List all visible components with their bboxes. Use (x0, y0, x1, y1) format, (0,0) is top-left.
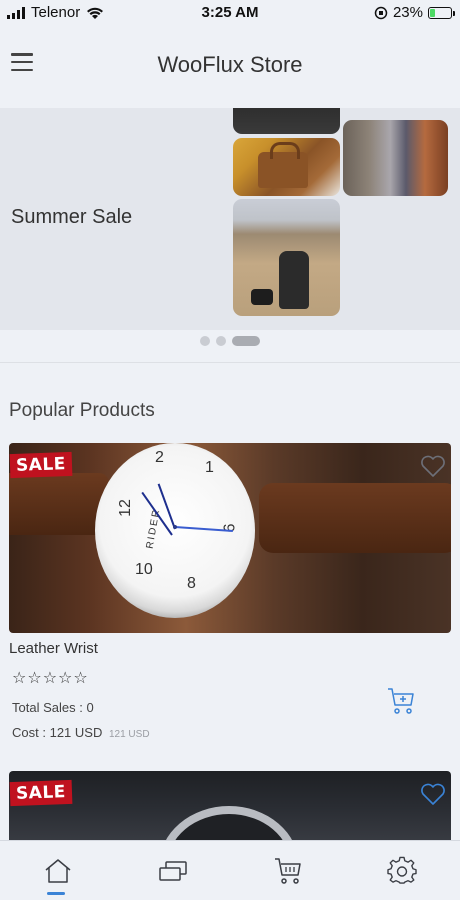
battery-icon (428, 6, 455, 19)
rating-stars: ☆☆☆☆☆ (12, 670, 89, 687)
carousel-dot[interactable] (200, 336, 210, 346)
banner-image-handbag (233, 138, 340, 196)
gear-icon (387, 856, 417, 884)
sale-badge: SALE (9, 779, 73, 807)
nav-cart[interactable] (272, 855, 304, 887)
dial-numeral: 10 (135, 561, 153, 578)
total-sales-label: Total Sales : (12, 700, 83, 715)
banner-image-top (233, 108, 340, 134)
dial-numeral: 8 (187, 575, 196, 592)
divider (0, 362, 460, 363)
nav-home[interactable] (42, 855, 74, 887)
orientation-lock-icon (374, 6, 388, 19)
total-sales: Total Sales : 0 (12, 700, 94, 715)
banner-title: Summer Sale (11, 206, 133, 228)
dial-numeral: 1 (205, 459, 214, 476)
carousel-dot[interactable] (216, 336, 226, 346)
section-title: Popular Products (9, 400, 155, 421)
categories-icon (159, 861, 187, 881)
carousel-dot-active[interactable] (232, 336, 260, 346)
regular-price: 121 USD (108, 729, 150, 740)
home-icon (45, 859, 71, 883)
cart-icon (275, 858, 301, 884)
carousel-indicator (0, 336, 460, 346)
banner-image-desert-backpack (233, 199, 340, 316)
nav-settings[interactable] (386, 855, 418, 887)
banner-image-clothes-rack (343, 120, 448, 196)
active-tab-indicator (47, 892, 65, 895)
product-image[interactable]: SALE (9, 771, 451, 846)
app-title: WooFlux Store (157, 52, 303, 77)
hamburger-menu-icon[interactable] (11, 53, 33, 71)
cost-value: 121 USD (49, 725, 103, 740)
cost-label: Cost : (12, 725, 46, 740)
product-cost: Cost : 121 USD 121 USD (12, 725, 150, 740)
add-to-cart-icon[interactable] (386, 686, 416, 716)
battery-percent: 23% (392, 4, 423, 21)
status-bar: Telenor 3:25 AM 23% (0, 0, 460, 26)
sale-badge: SALE (9, 451, 73, 479)
watch-strap (259, 483, 451, 553)
banner-carousel[interactable]: Summer Sale (0, 108, 460, 330)
product-name[interactable]: Leather Wrist (9, 640, 98, 657)
dial-numeral: 12 (116, 499, 134, 517)
favorite-heart-icon[interactable] (420, 454, 446, 478)
dial-numeral: 2 (155, 449, 164, 466)
favorite-heart-icon[interactable] (420, 782, 446, 806)
total-sales-value: 0 (86, 700, 94, 715)
product-image[interactable]: 2 1 12 9 10 8 RIDER SALE (9, 443, 451, 633)
watch-dial: 2 1 12 9 10 8 RIDER (95, 443, 255, 618)
dial-brand: RIDER (144, 507, 163, 550)
watch-strap (9, 473, 109, 535)
status-right: 23% (374, 4, 455, 21)
nav-categories[interactable] (157, 855, 189, 887)
bottom-navigation (0, 840, 460, 900)
app-bar: WooFlux Store (0, 26, 460, 104)
